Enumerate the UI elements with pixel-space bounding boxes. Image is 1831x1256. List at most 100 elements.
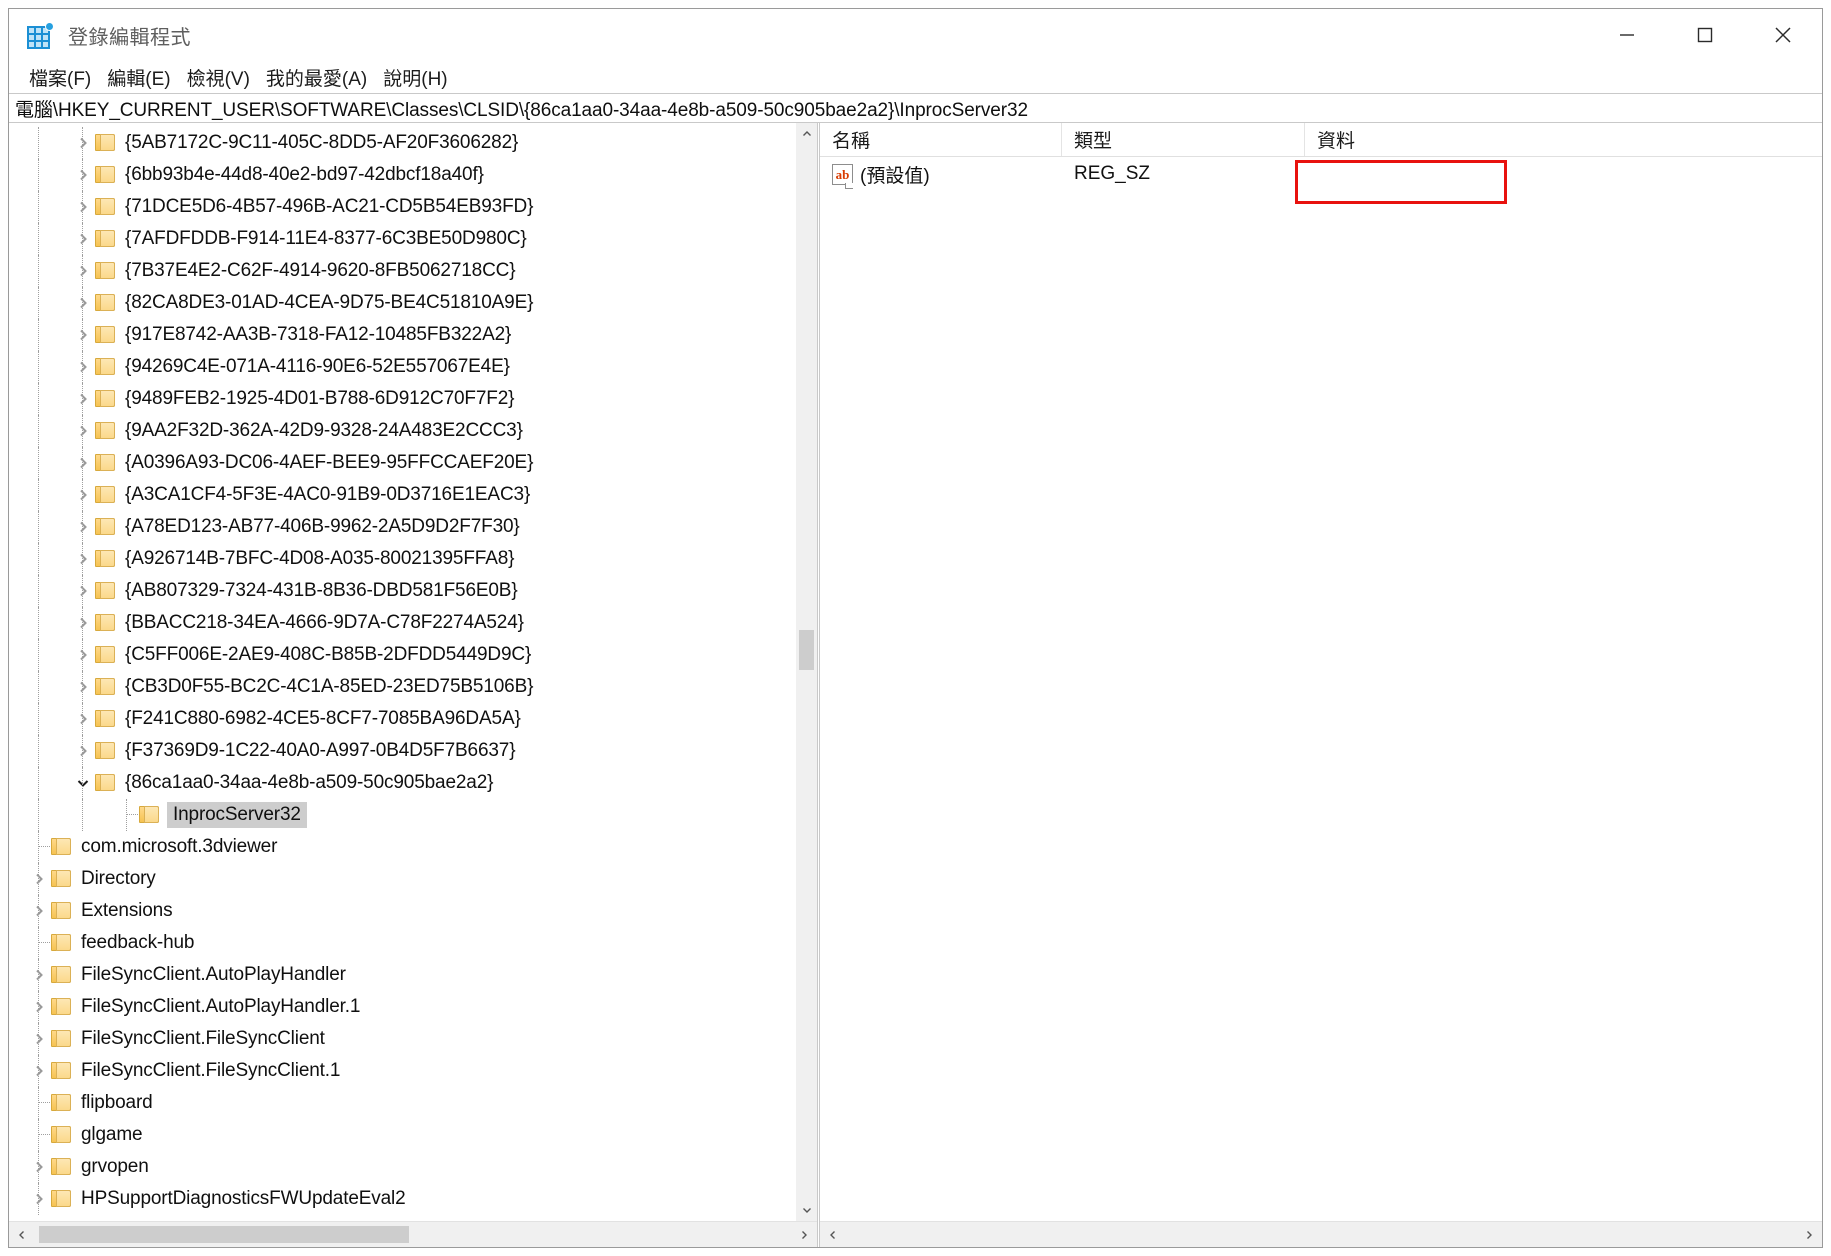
tree-item[interactable]: com.microsoft.3dviewer [9, 831, 795, 863]
tree-item[interactable]: {C5FF006E-2AE9-408C-B85B-2DFDD5449D9C} [9, 639, 795, 671]
close-button[interactable] [1744, 9, 1822, 61]
tree-item[interactable]: InprocServer32 [9, 799, 795, 831]
scroll-up-arrow[interactable] [796, 123, 817, 145]
values-hscroll-left-arrow[interactable] [820, 1222, 846, 1247]
values-hscroll-right-arrow[interactable] [1796, 1222, 1822, 1247]
tree-item[interactable]: {A0396A93-DC06-4AEF-BEE9-95FFCCAEF20E} [9, 447, 795, 479]
values-hscroll-track[interactable] [846, 1222, 1796, 1247]
tree-item[interactable]: FileSyncClient.FileSyncClient [9, 1023, 795, 1055]
menu-help[interactable]: 說明(H) [375, 62, 455, 93]
tree-item[interactable]: FileSyncClient.AutoPlayHandler [9, 959, 795, 991]
tree-item[interactable]: glgame [9, 1119, 795, 1151]
tree-hscroll-track[interactable] [35, 1222, 791, 1247]
tree-scroll-track[interactable] [796, 145, 817, 1199]
tree-item[interactable]: {9AA2F32D-362A-42D9-9328-24A483E2CCC3} [9, 415, 795, 447]
chevron-right-icon[interactable] [71, 351, 95, 383]
chevron-right-icon[interactable] [71, 639, 95, 671]
tree-item[interactable]: FileSyncClient.FileSyncClient.1 [9, 1055, 795, 1087]
tree-item[interactable]: {71DCE5D6-4B57-496B-AC21-CD5B54EB93FD} [9, 191, 795, 223]
tree-vertical-scrollbar[interactable] [795, 123, 817, 1221]
tree-item[interactable]: {9489FEB2-1925-4D01-B788-6D912C70F7F2} [9, 383, 795, 415]
tree-item-label: {86ca1aa0-34aa-4e8b-a509-50c905bae2a2} [125, 772, 493, 794]
tree-item[interactable]: {A926714B-7BFC-4D08-A035-80021395FFA8} [9, 543, 795, 575]
chevron-right-icon[interactable] [71, 287, 95, 319]
menu-favorites[interactable]: 我的最愛(A) [258, 62, 375, 93]
menu-file[interactable]: 檔案(F) [21, 62, 99, 93]
address-bar[interactable]: 電腦\HKEY_CURRENT_USER\SOFTWARE\Classes\CL… [9, 93, 1822, 123]
tree-item[interactable]: {86ca1aa0-34aa-4e8b-a509-50c905bae2a2} [9, 767, 795, 799]
tree-item[interactable]: {5AB7172C-9C11-405C-8DD5-AF20F3606282} [9, 127, 795, 159]
tree-item[interactable]: {A78ED123-AB77-406B-9962-2A5D9D2F7F30} [9, 511, 795, 543]
window-title: 登錄編輯程式 [68, 21, 191, 50]
chevron-right-icon[interactable] [27, 959, 51, 991]
chevron-right-icon[interactable] [27, 1023, 51, 1055]
column-header-type[interactable]: 類型 [1062, 123, 1305, 156]
chevron-right-icon[interactable] [27, 991, 51, 1023]
value-name-cell[interactable]: ab (預設值) [820, 161, 1062, 188]
tree-item[interactable]: {CB3D0F55-BC2C-4C1A-85ED-23ED75B5106B} [9, 671, 795, 703]
menu-edit[interactable]: 編輯(E) [99, 62, 178, 93]
maximize-button[interactable] [1666, 9, 1744, 61]
tree-scroll-thumb[interactable] [799, 630, 814, 670]
chevron-right-icon[interactable] [71, 703, 95, 735]
tree-guide-line [38, 383, 39, 415]
tree-item[interactable]: {917E8742-AA3B-7318-FA12-10485FB322A2} [9, 319, 795, 351]
tree-item[interactable]: Directory [9, 863, 795, 895]
chevron-right-icon[interactable] [27, 1183, 51, 1215]
tree-item[interactable]: {A3CA1CF4-5F3E-4AC0-91B9-0D3716E1EAC3} [9, 479, 795, 511]
folder-icon [95, 325, 117, 345]
tree-hscroll-thumb[interactable] [39, 1226, 409, 1243]
chevron-right-icon[interactable] [27, 863, 51, 895]
chevron-down-icon[interactable] [71, 767, 95, 799]
tree-guide-line [38, 799, 39, 831]
chevron-right-icon[interactable] [71, 607, 95, 639]
chevron-right-icon[interactable] [71, 415, 95, 447]
hscroll-right-arrow[interactable] [791, 1222, 817, 1247]
registry-tree[interactable]: {5AB7172C-9C11-405C-8DD5-AF20F3606282}{6… [9, 123, 795, 1221]
chevron-right-icon[interactable] [71, 543, 95, 575]
values-horizontal-scrollbar[interactable] [820, 1221, 1822, 1247]
table-row[interactable]: ab (預設值) REG_SZ [820, 157, 1822, 191]
chevron-right-icon[interactable] [71, 191, 95, 223]
tree-item[interactable]: {6bb93b4e-44d8-40e2-bd97-42dbcf18a40f} [9, 159, 795, 191]
chevron-right-icon[interactable] [71, 671, 95, 703]
chevron-right-icon[interactable] [71, 575, 95, 607]
tree-item[interactable]: {AB807329-7324-431B-8B36-DBD581F56E0B} [9, 575, 795, 607]
chevron-right-icon[interactable] [71, 479, 95, 511]
chevron-right-icon[interactable] [71, 447, 95, 479]
tree-item[interactable]: {94269C4E-071A-4116-90E6-52E557067E4E} [9, 351, 795, 383]
column-header-name[interactable]: 名稱 [820, 123, 1062, 156]
tree-item[interactable]: HPSupportDiagnosticsFWUpdateEval2 [9, 1183, 795, 1215]
chevron-right-icon[interactable] [71, 511, 95, 543]
menu-view[interactable]: 檢視(V) [179, 62, 258, 93]
tree-item[interactable]: {7B37E4E2-C62F-4914-9620-8FB5062718CC} [9, 255, 795, 287]
chevron-right-icon[interactable] [27, 1151, 51, 1183]
tree-item[interactable]: grvopen [9, 1151, 795, 1183]
chevron-right-icon[interactable] [71, 735, 95, 767]
tree-item[interactable]: {F37369D9-1C22-40A0-A997-0B4D5F7B6637} [9, 735, 795, 767]
chevron-right-icon[interactable] [27, 1055, 51, 1087]
tree-item[interactable]: {82CA8DE3-01AD-4CEA-9D75-BE4C51810A9E} [9, 287, 795, 319]
values-header-row: 名稱 類型 資料 [820, 123, 1822, 157]
column-header-data[interactable]: 資料 [1305, 123, 1822, 156]
tree-item[interactable]: flipboard [9, 1087, 795, 1119]
tree-scroll-area: {5AB7172C-9C11-405C-8DD5-AF20F3606282}{6… [9, 123, 817, 1221]
minimize-button[interactable] [1588, 9, 1666, 61]
chevron-right-icon[interactable] [71, 223, 95, 255]
tree-item[interactable]: {7AFDFDDB-F914-11E4-8377-6C3BE50D980C} [9, 223, 795, 255]
tree-item[interactable]: {BBACC218-34EA-4666-9D7A-C78F2274A524} [9, 607, 795, 639]
tree-item[interactable]: Extensions [9, 895, 795, 927]
tree-horizontal-scrollbar[interactable] [9, 1221, 817, 1247]
chevron-right-icon[interactable] [27, 895, 51, 927]
tree-item[interactable]: FileSyncClient.AutoPlayHandler.1 [9, 991, 795, 1023]
values-list-body: ab (預設值) REG_SZ [820, 157, 1822, 1221]
scroll-down-arrow[interactable] [796, 1199, 817, 1221]
chevron-right-icon[interactable] [71, 383, 95, 415]
tree-item[interactable]: {F241C880-6982-4CE5-8CF7-7085BA96DA5A} [9, 703, 795, 735]
chevron-right-icon[interactable] [71, 255, 95, 287]
chevron-right-icon[interactable] [71, 127, 95, 159]
tree-item[interactable]: feedback-hub [9, 927, 795, 959]
chevron-right-icon[interactable] [71, 159, 95, 191]
chevron-right-icon[interactable] [71, 319, 95, 351]
hscroll-left-arrow[interactable] [9, 1222, 35, 1247]
